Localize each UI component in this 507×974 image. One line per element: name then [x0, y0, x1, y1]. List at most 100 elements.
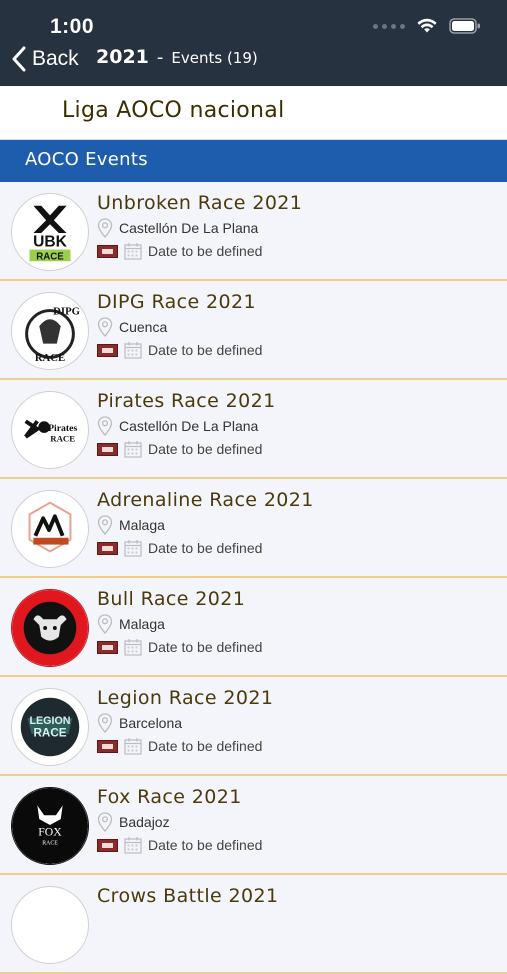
- location-text: Cuenca: [119, 319, 168, 335]
- location-text: Barcelona: [119, 715, 183, 731]
- event-location: Barcelona: [97, 713, 182, 733]
- event-title: Adrenaline Race 2021: [97, 489, 314, 511]
- pirates-logo-text: Pirates: [48, 423, 77, 434]
- event-date: Date to be defined: [97, 637, 262, 657]
- ubk-race-logo: UBK RACE: [11, 193, 89, 271]
- event-title: DIPG Race 2021: [97, 291, 257, 313]
- status-time: 1:00: [50, 15, 95, 38]
- event-date: Date to be defined: [97, 835, 262, 855]
- back-label: Back: [32, 47, 79, 70]
- date-text: Date to be defined: [148, 540, 263, 556]
- title-separator: -: [156, 47, 164, 68]
- legion-logo-text: LEGION: [29, 715, 70, 727]
- date-text: Date to be defined: [148, 639, 263, 655]
- location-pin-icon: [97, 416, 113, 436]
- event-row[interactable]: UBK RACE Unbroken Race 2021 Castellón De…: [0, 182, 507, 281]
- dipg-logo-text: DIPG: [53, 305, 80, 317]
- event-date: Date to be defined: [97, 538, 262, 558]
- ubk-logo-text: UBK: [33, 234, 68, 251]
- flag-icon: [97, 244, 118, 258]
- event-row[interactable]: Adrenaline Race 2021 Malaga Date to be d…: [0, 479, 507, 578]
- location-pin-icon: [97, 317, 113, 337]
- location-pin-icon: [97, 614, 113, 634]
- flag-icon: [97, 343, 118, 357]
- flag-icon: [97, 640, 118, 654]
- location-text: Malaga: [119, 517, 165, 533]
- date-text: Date to be defined: [148, 243, 263, 259]
- pirates-race-logo: Pirates RACE: [11, 391, 89, 469]
- event-title: Pirates Race 2021: [97, 390, 276, 412]
- location-text: Castellón De La Plana: [119, 220, 259, 236]
- wifi-icon: [417, 18, 437, 33]
- pirates-logo-sub: RACE: [50, 434, 75, 444]
- event-row[interactable]: Bull Race 2021 Malaga Date to be defined: [0, 578, 507, 677]
- event-row[interactable]: Pirates RACE Pirates Race 2021 Castellón…: [0, 380, 507, 479]
- event-date: Date to be defined: [97, 439, 262, 459]
- title-subtitle: Events (19): [171, 49, 258, 67]
- event-row[interactable]: DIPG RACE DIPG Race 2021 Cuenca Date to …: [0, 281, 507, 380]
- section-title: AOCO Events: [25, 149, 148, 170]
- date-text: Date to be defined: [148, 441, 263, 457]
- location-text: Malaga: [119, 616, 165, 632]
- event-row[interactable]: LEGION RACE Legion Race 2021 Barcelona D…: [0, 677, 507, 776]
- event-title: Legion Race 2021: [97, 687, 274, 709]
- event-date: Date to be defined: [97, 736, 262, 756]
- calendar-icon: [124, 639, 142, 656]
- fox-logo-text: FOX: [38, 826, 62, 839]
- league-header: Liga AOCO nacional: [0, 86, 507, 140]
- date-text: Date to be defined: [148, 738, 263, 754]
- event-date: Date to be defined: [97, 241, 262, 261]
- flag-icon: [97, 739, 118, 753]
- title-year: 2021: [96, 46, 149, 68]
- event-title: Crows Battle 2021: [97, 885, 279, 907]
- event-title: Fox Race 2021: [97, 786, 242, 808]
- flag-icon: [97, 541, 118, 555]
- fox-race-logo: FOX RACE: [11, 787, 89, 865]
- event-location: Cuenca: [97, 317, 167, 337]
- status-icons: [373, 18, 481, 34]
- calendar-icon: [124, 441, 142, 458]
- bull-race-logo: [11, 589, 89, 667]
- event-location: Malaga: [97, 515, 165, 535]
- event-date: Date to be defined: [97, 340, 262, 360]
- event-row[interactable]: Crows Battle 2021: [0, 875, 507, 974]
- event-location: Malaga: [97, 614, 165, 634]
- event-location: Castellón De La Plana: [97, 218, 258, 238]
- battery-icon: [449, 18, 480, 34]
- dipg-race-logo: DIPG RACE: [11, 292, 89, 370]
- flag-icon: [97, 838, 118, 852]
- calendar-icon: [124, 540, 142, 557]
- back-button[interactable]: Back: [12, 44, 79, 74]
- fox-logo-sub: RACE: [42, 841, 58, 847]
- dipg-logo-sub: RACE: [35, 352, 65, 364]
- events-list: UBK RACE Unbroken Race 2021 Castellón De…: [0, 182, 507, 974]
- event-location: Castellón De La Plana: [97, 416, 258, 436]
- date-text: Date to be defined: [148, 342, 263, 358]
- location-pin-icon: [97, 812, 113, 832]
- location-pin-icon: [97, 515, 113, 535]
- event-title: Unbroken Race 2021: [97, 192, 303, 214]
- calendar-icon: [124, 342, 142, 359]
- location-text: Badajoz: [119, 814, 170, 830]
- flag-icon: [97, 442, 118, 456]
- calendar-icon: [124, 243, 142, 260]
- location-text: Castellón De La Plana: [119, 418, 259, 434]
- adrenaline-race-logo: [11, 490, 89, 568]
- legion-logo-sub: RACE: [33, 727, 66, 740]
- event-location: Badajoz: [97, 812, 170, 832]
- cellular-signal-icon: [373, 23, 405, 29]
- navigation-bar: 1:00 Back 2021 - Events (19): [0, 0, 507, 86]
- location-pin-icon: [97, 218, 113, 238]
- section-header: AOCO Events: [0, 140, 507, 182]
- calendar-icon: [124, 837, 142, 854]
- event-title: Bull Race 2021: [97, 588, 246, 610]
- page-title: 2021 - Events (19): [96, 46, 258, 68]
- crows-battle-logo: [11, 886, 89, 964]
- calendar-icon: [124, 738, 142, 755]
- league-name: Liga AOCO nacional: [62, 98, 285, 123]
- ubk-logo-sub: RACE: [36, 251, 64, 262]
- event-row[interactable]: FOX RACE Fox Race 2021 Badajoz Date to b…: [0, 776, 507, 875]
- location-pin-icon: [97, 713, 113, 733]
- date-text: Date to be defined: [148, 837, 263, 853]
- chevron-left-icon: [12, 46, 26, 72]
